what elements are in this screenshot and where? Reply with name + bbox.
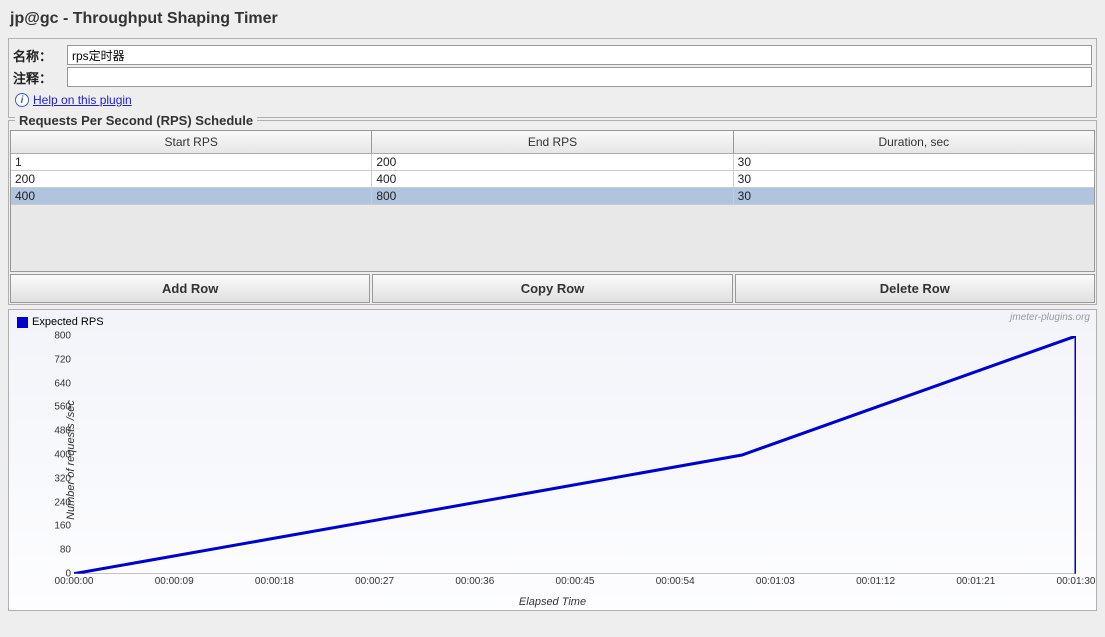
schedule-group-title: Requests Per Second (RPS) Schedule [15,113,257,128]
page-title: jp@gc - Throughput Shaping Timer [8,4,1097,38]
comment-input[interactable] [67,67,1092,87]
legend-label: Expected RPS [32,316,104,328]
y-tick: 800 [45,331,71,342]
add-row-button[interactable]: Add Row [10,274,370,303]
y-tick: 400 [45,450,71,461]
col-end-rps[interactable]: End RPS [372,131,733,153]
table-row[interactable]: 20040030 [11,171,1094,188]
table-row[interactable]: 40080030 [11,188,1094,205]
x-tick: 00:01:03 [756,576,795,587]
table-cell[interactable]: 30 [734,188,1094,205]
copy-row-button[interactable]: Copy Row [372,274,732,303]
table-cell[interactable]: 800 [372,188,733,205]
x-tick: 00:00:54 [656,576,695,587]
chart-legend: Expected RPS [17,316,104,328]
comment-label: 注释： [13,68,63,87]
chart-xlabel: Elapsed Time [519,596,586,608]
table-cell[interactable]: 400 [11,188,372,205]
y-tick: 560 [45,402,71,413]
y-tick: 720 [45,354,71,365]
info-icon: i [15,93,29,107]
legend-swatch [17,317,28,328]
x-tick: 00:01:21 [956,576,995,587]
x-tick: 00:00:09 [155,576,194,587]
x-tick: 00:00:45 [556,576,595,587]
table-cell[interactable]: 200 [11,171,372,188]
x-tick: 00:00:36 [455,576,494,587]
table-cell[interactable]: 1 [11,154,372,171]
y-tick: 640 [45,378,71,389]
help-link[interactable]: Help on this plugin [33,93,132,107]
table-row[interactable]: 120030 [11,154,1094,171]
y-tick: 480 [45,426,71,437]
schedule-table-head: Start RPS End RPS Duration, sec [11,131,1094,154]
chart: jmeter-plugins.org Expected RPS Number o… [8,309,1097,611]
x-tick: 00:01:30 [1057,576,1096,587]
table-cell[interactable]: 30 [734,171,1094,188]
col-duration[interactable]: Duration, sec [734,131,1094,153]
form-area: 名称： 注释： i Help on this plugin [8,38,1097,118]
y-tick: 240 [45,497,71,508]
delete-row-button[interactable]: Delete Row [735,274,1095,303]
x-tick: 00:00:27 [355,576,394,587]
table-cell[interactable]: 200 [372,154,733,171]
col-start-rps[interactable]: Start RPS [11,131,372,153]
chart-watermark: jmeter-plugins.org [1010,312,1090,323]
schedule-table-body[interactable]: 1200302004003040080030 [11,154,1094,271]
x-tick: 00:01:12 [856,576,895,587]
y-tick: 80 [45,545,71,556]
name-input[interactable] [67,45,1092,65]
schedule-group: Requests Per Second (RPS) Schedule Start… [8,120,1097,305]
schedule-table[interactable]: Start RPS End RPS Duration, sec 12003020… [10,130,1095,272]
y-tick: 320 [45,473,71,484]
table-cell[interactable]: 30 [734,154,1094,171]
x-tick: 00:00:00 [55,576,94,587]
plot-area [74,336,1076,574]
table-cell[interactable]: 400 [372,171,733,188]
name-label: 名称： [13,46,63,65]
y-tick: 160 [45,521,71,532]
x-tick: 00:00:18 [255,576,294,587]
